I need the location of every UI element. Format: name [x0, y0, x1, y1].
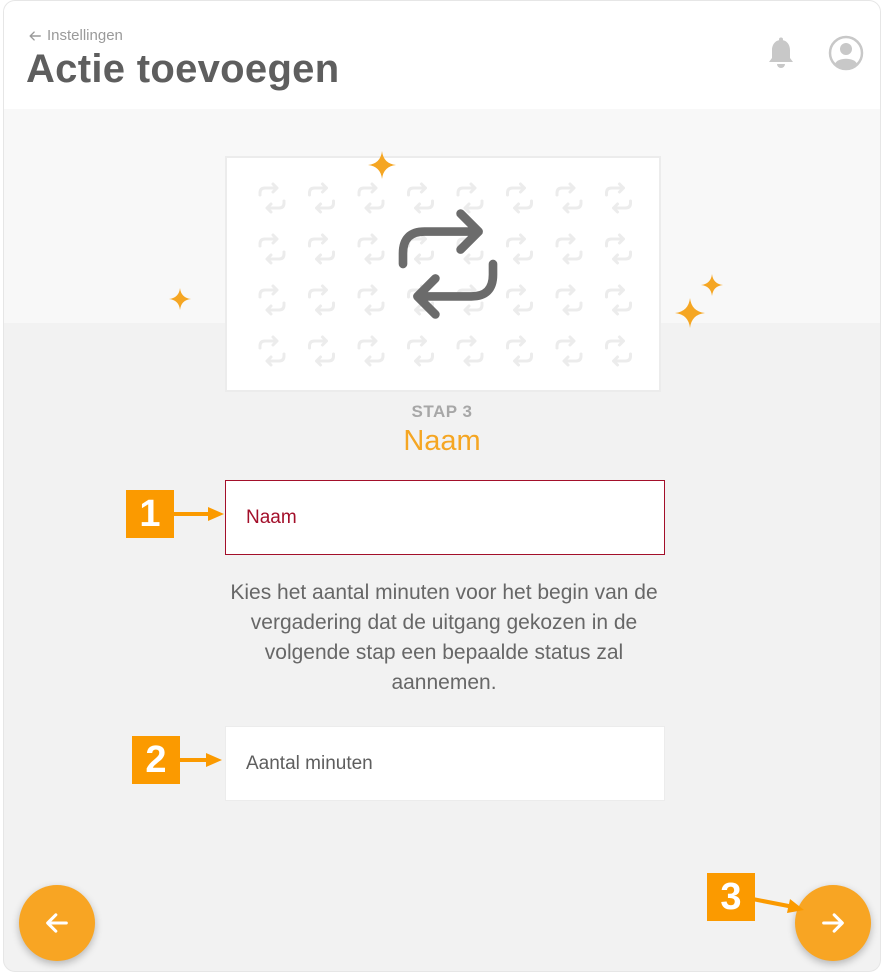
arrow-left-small-icon — [29, 30, 41, 41]
repeat-pattern-icon — [308, 233, 335, 265]
arrow-left-icon — [46, 913, 68, 933]
repeat-pattern-icon — [357, 284, 385, 316]
annotation-badge-1: 1 — [126, 490, 174, 538]
step-illustration — [225, 156, 661, 392]
page-header: Instellingen Actie toevoegen — [4, 1, 880, 109]
bell-icon[interactable] — [766, 37, 796, 71]
repeat-pattern-icon — [605, 233, 632, 265]
repeat-pattern-icon — [555, 233, 583, 265]
name-input[interactable] — [225, 480, 665, 555]
repeat-pattern — [258, 182, 632, 367]
repeat-pattern-icon — [506, 233, 533, 265]
repeat-pattern-icon — [357, 335, 385, 367]
minutes-input[interactable] — [225, 726, 665, 801]
annotation-badge-2: 2 — [132, 736, 180, 784]
back-link[interactable]: Instellingen — [28, 27, 123, 44]
previous-step-button[interactable] — [19, 885, 95, 961]
repeat-pattern-icon — [258, 335, 286, 367]
repeat-pattern-icon — [555, 335, 583, 367]
step-description: Kies het aantal minuten voor het begin v… — [230, 581, 658, 694]
repeat-pattern-icon — [555, 182, 583, 214]
repeat-pattern-icon — [357, 233, 385, 265]
repeat-pattern-icon — [456, 335, 484, 367]
repeat-pattern-icon — [506, 284, 533, 316]
sparkle-icon — [701, 274, 723, 296]
repeat-pattern-icon — [605, 335, 632, 367]
next-step-button[interactable] — [795, 885, 871, 961]
annotation-arrow-3 — [752, 897, 804, 913]
repeat-pattern-icon — [357, 182, 385, 214]
sparkle-icon — [675, 298, 705, 328]
sparkle-icon — [368, 151, 396, 179]
repeat-pattern-icon — [605, 284, 632, 316]
repeat-pattern-icon — [407, 182, 434, 214]
step-label: STAP 3 — [411, 402, 473, 421]
arrow-right-icon — [822, 913, 844, 933]
repeat-pattern-icon — [555, 284, 583, 316]
step-title: Naam — [403, 425, 481, 457]
repeat-icon — [398, 209, 498, 319]
repeat-pattern-icon — [506, 335, 533, 367]
repeat-pattern-icon — [308, 182, 335, 214]
annotation-badge-3: 3 — [707, 873, 755, 921]
annotation-arrow-1 — [172, 507, 224, 521]
repeat-pattern-icon — [506, 182, 533, 214]
back-link-label: Instellingen — [47, 27, 123, 44]
repeat-pattern-icon — [456, 182, 484, 214]
repeat-pattern-icon — [258, 233, 286, 265]
repeat-pattern-icon — [308, 284, 335, 316]
repeat-pattern-icon — [258, 182, 286, 214]
annotation-arrow-2 — [178, 753, 222, 767]
user-avatar-icon[interactable] — [828, 35, 864, 71]
repeat-pattern-icon — [308, 335, 335, 367]
repeat-pattern-icon — [258, 284, 286, 316]
repeat-pattern-icon — [407, 335, 434, 367]
page-title: Actie toevoegen — [26, 47, 340, 91]
app-window: Instellingen Actie toevoegen STAP 3 Naam… — [3, 0, 881, 972]
sparkle-icon — [169, 288, 191, 310]
repeat-pattern-icon — [605, 182, 632, 214]
